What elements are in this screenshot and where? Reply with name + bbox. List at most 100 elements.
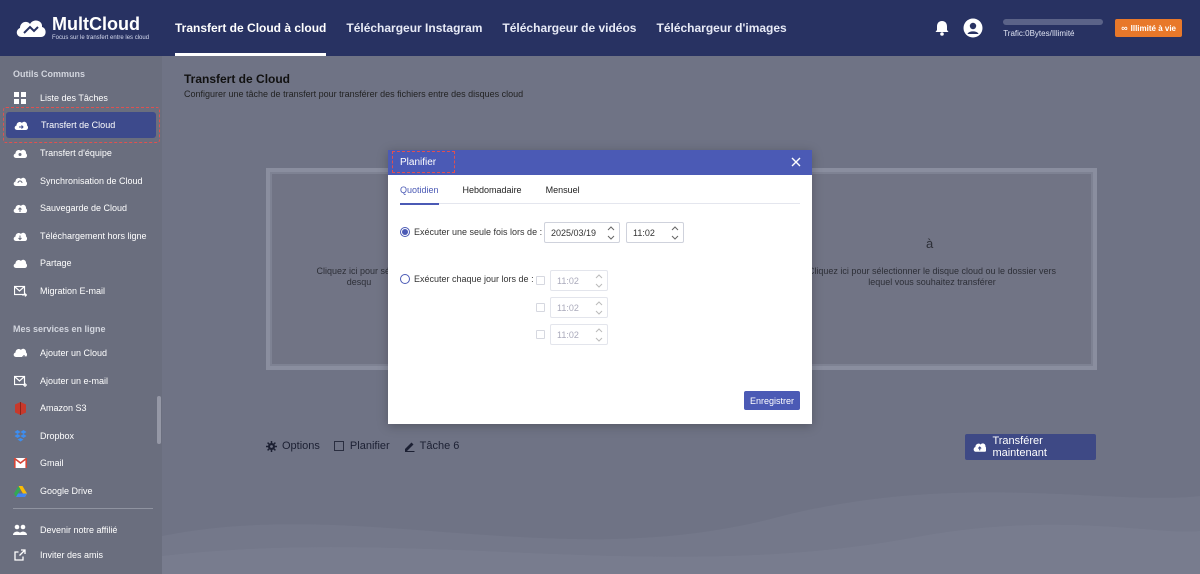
grid-icon [13, 91, 27, 105]
run-once-date-input[interactable]: 2025/03/19 [544, 222, 620, 243]
share-icon [13, 256, 27, 270]
chevron-down-icon[interactable] [607, 235, 615, 241]
gmail-icon [13, 456, 27, 470]
sidebar-item-cloud-transfer[interactable]: Transfert de Cloud [6, 112, 156, 138]
user-avatar-icon[interactable] [963, 18, 983, 38]
sidebar-item-dropbox[interactable]: Dropbox [0, 423, 162, 449]
sidebar-scrollbar[interactable] [157, 396, 161, 444]
unlimited-label: Illimité à vie [1130, 23, 1176, 33]
chevron-up-icon[interactable] [607, 225, 615, 231]
cloud-sync-icon [13, 174, 27, 188]
chevron-up-icon[interactable] [595, 327, 603, 333]
nav-video-downloader[interactable]: Téléchargeur de vidéos [502, 0, 636, 56]
sidebar-item-label: Ajouter un e-mail [40, 376, 109, 386]
sidebar-item-label: Sauvegarde de Cloud [40, 203, 128, 213]
sidebar: Outils Communs Liste des Tâches Transfer… [0, 56, 162, 574]
save-button[interactable]: Enregistrer [744, 391, 800, 410]
run-once-time-input[interactable]: 11:02 [626, 222, 684, 243]
run-daily-radio[interactable] [400, 274, 410, 284]
chevron-up-icon[interactable] [595, 300, 603, 306]
daily-time-2-checkbox[interactable] [536, 303, 545, 312]
sidebar-item-label: Partage [40, 258, 72, 268]
sidebar-item-amazon-s3[interactable]: Amazon S3 [0, 395, 162, 421]
sidebar-item-offline-download[interactable]: Téléchargement hors ligne [0, 223, 162, 249]
schedule-tabs: Quotidien Hebdomadaire Mensuel [400, 176, 800, 205]
sidebar-divider [13, 508, 153, 509]
schedule-label: Planifier [349, 440, 390, 452]
run-once-radio[interactable] [400, 227, 410, 237]
daily-time-1-value: 11:02 [557, 275, 579, 286]
page-subtitle: Configurer une tâche de transfert pour t… [184, 89, 524, 99]
daily-time-1-input[interactable]: 11:02 [550, 270, 608, 291]
chevron-down-icon[interactable] [671, 235, 679, 241]
top-nav: Transfert de Cloud à cloud Téléchargeur … [175, 0, 807, 56]
task-name-button[interactable]: Tâche 6 [404, 440, 460, 452]
sidebar-item-cloud-backup[interactable]: Sauvegarde de Cloud [0, 195, 162, 221]
sidebar-item-add-cloud[interactable]: Ajouter un Cloud [0, 340, 162, 366]
app-name: MultCloud [52, 14, 140, 34]
daily-time-3-checkbox[interactable] [536, 330, 545, 339]
sidebar-item-label: Synchronisation de Cloud [40, 176, 143, 186]
tab-monthly[interactable]: Mensuel [546, 176, 580, 204]
close-icon[interactable] [790, 156, 802, 168]
task-name-label: Tâche 6 [419, 440, 460, 452]
sidebar-item-gmail[interactable]: Gmail [0, 450, 162, 476]
run-once-option[interactable]: Exécuter une seule fois lors de : [400, 227, 542, 237]
sidebar-item-label: Ajouter un Cloud [40, 348, 108, 358]
tab-weekly[interactable]: Hebdomadaire [463, 176, 522, 204]
unlimited-button[interactable]: ∞ Illimité à vie [1115, 19, 1182, 37]
schedule-checkbox[interactable]: Planifier [334, 440, 390, 452]
cloud-download-icon [13, 229, 27, 243]
nav-image-downloader[interactable]: Téléchargeur d'images [656, 0, 786, 56]
sidebar-item-invite-friends[interactable]: Inviter des amis [0, 542, 162, 568]
dialog-title-highlight [392, 151, 455, 173]
run-once-label: Exécuter une seule fois lors de : [414, 227, 543, 237]
amazon-s3-icon [13, 401, 27, 415]
destination-selector-hint[interactable]: Cliquez ici pour sélectionner le disque … [804, 266, 1060, 288]
to-arrow-label: à [926, 236, 934, 251]
daily-time-2-input[interactable]: 11:02 [550, 297, 608, 318]
schedule-checkbox-box[interactable] [334, 441, 345, 451]
traffic-indicator: Trafic:0Bytes/Illimité [1003, 18, 1104, 38]
task-options-row: Options Planifier Tâche 6 [266, 440, 473, 452]
sidebar-item-team-transfer[interactable]: Transfert d'équipe [0, 140, 162, 166]
chevron-down-icon[interactable] [595, 283, 603, 289]
daily-time-3-input[interactable]: 11:02 [550, 324, 608, 345]
tab-daily[interactable]: Quotidien [400, 176, 439, 205]
add-email-icon [13, 374, 27, 388]
options-button[interactable]: Options [266, 440, 320, 452]
google-drive-icon [13, 484, 27, 498]
bell-icon[interactable] [933, 19, 951, 37]
chevron-down-icon[interactable] [595, 310, 603, 316]
multcloud-logo-icon [16, 20, 46, 37]
sidebar-item-label: Migration E-mail [40, 286, 106, 296]
run-once-time-value: 11:02 [633, 227, 655, 238]
run-once-date-value: 2025/03/19 [551, 227, 597, 238]
run-daily-option[interactable]: Exécuter chaque jour lors de : [400, 274, 534, 284]
sidebar-item-cloud-sync[interactable]: Synchronisation de Cloud [0, 168, 162, 194]
sidebar-item-email-migration[interactable]: Migration E-mail [0, 278, 162, 304]
sidebar-item-share[interactable]: Partage [0, 250, 162, 276]
transfer-now-button[interactable]: Transférer maintenant [965, 434, 1096, 460]
chevron-up-icon[interactable] [671, 225, 679, 231]
background-wave [162, 492, 1200, 574]
sidebar-item-label: Google Drive [40, 486, 93, 496]
nav-cloud-to-cloud[interactable]: Transfert de Cloud à cloud [175, 0, 327, 56]
sidebar-item-google-drive[interactable]: Google Drive [0, 478, 162, 504]
sidebar-item-affiliate[interactable]: Devenir notre affilié [0, 517, 162, 543]
cloud-transfer-icon [14, 118, 28, 132]
chevron-down-icon[interactable] [595, 337, 603, 343]
daily-time-1-checkbox[interactable] [536, 276, 545, 285]
add-cloud-icon [13, 346, 27, 360]
sidebar-item-add-email[interactable]: Ajouter un e-mail [0, 368, 162, 394]
sidebar-item-label: Liste des Tâches [40, 93, 108, 103]
sidebar-item-label: Dropbox [40, 431, 75, 441]
nav-instagram-downloader[interactable]: Téléchargeur Instagram [346, 0, 482, 56]
run-daily-label: Exécuter chaque jour lors de : [414, 274, 534, 284]
sidebar-item-label: Inviter des amis [40, 550, 104, 560]
chevron-up-icon[interactable] [595, 273, 603, 279]
logo[interactable]: MultCloud Focus sur le transfert entre l… [0, 14, 162, 42]
sidebar-item-label: Devenir notre affilié [40, 525, 118, 535]
sidebar-item-label: Téléchargement hors ligne [40, 231, 147, 241]
dialog-header: Planifier [388, 150, 812, 175]
